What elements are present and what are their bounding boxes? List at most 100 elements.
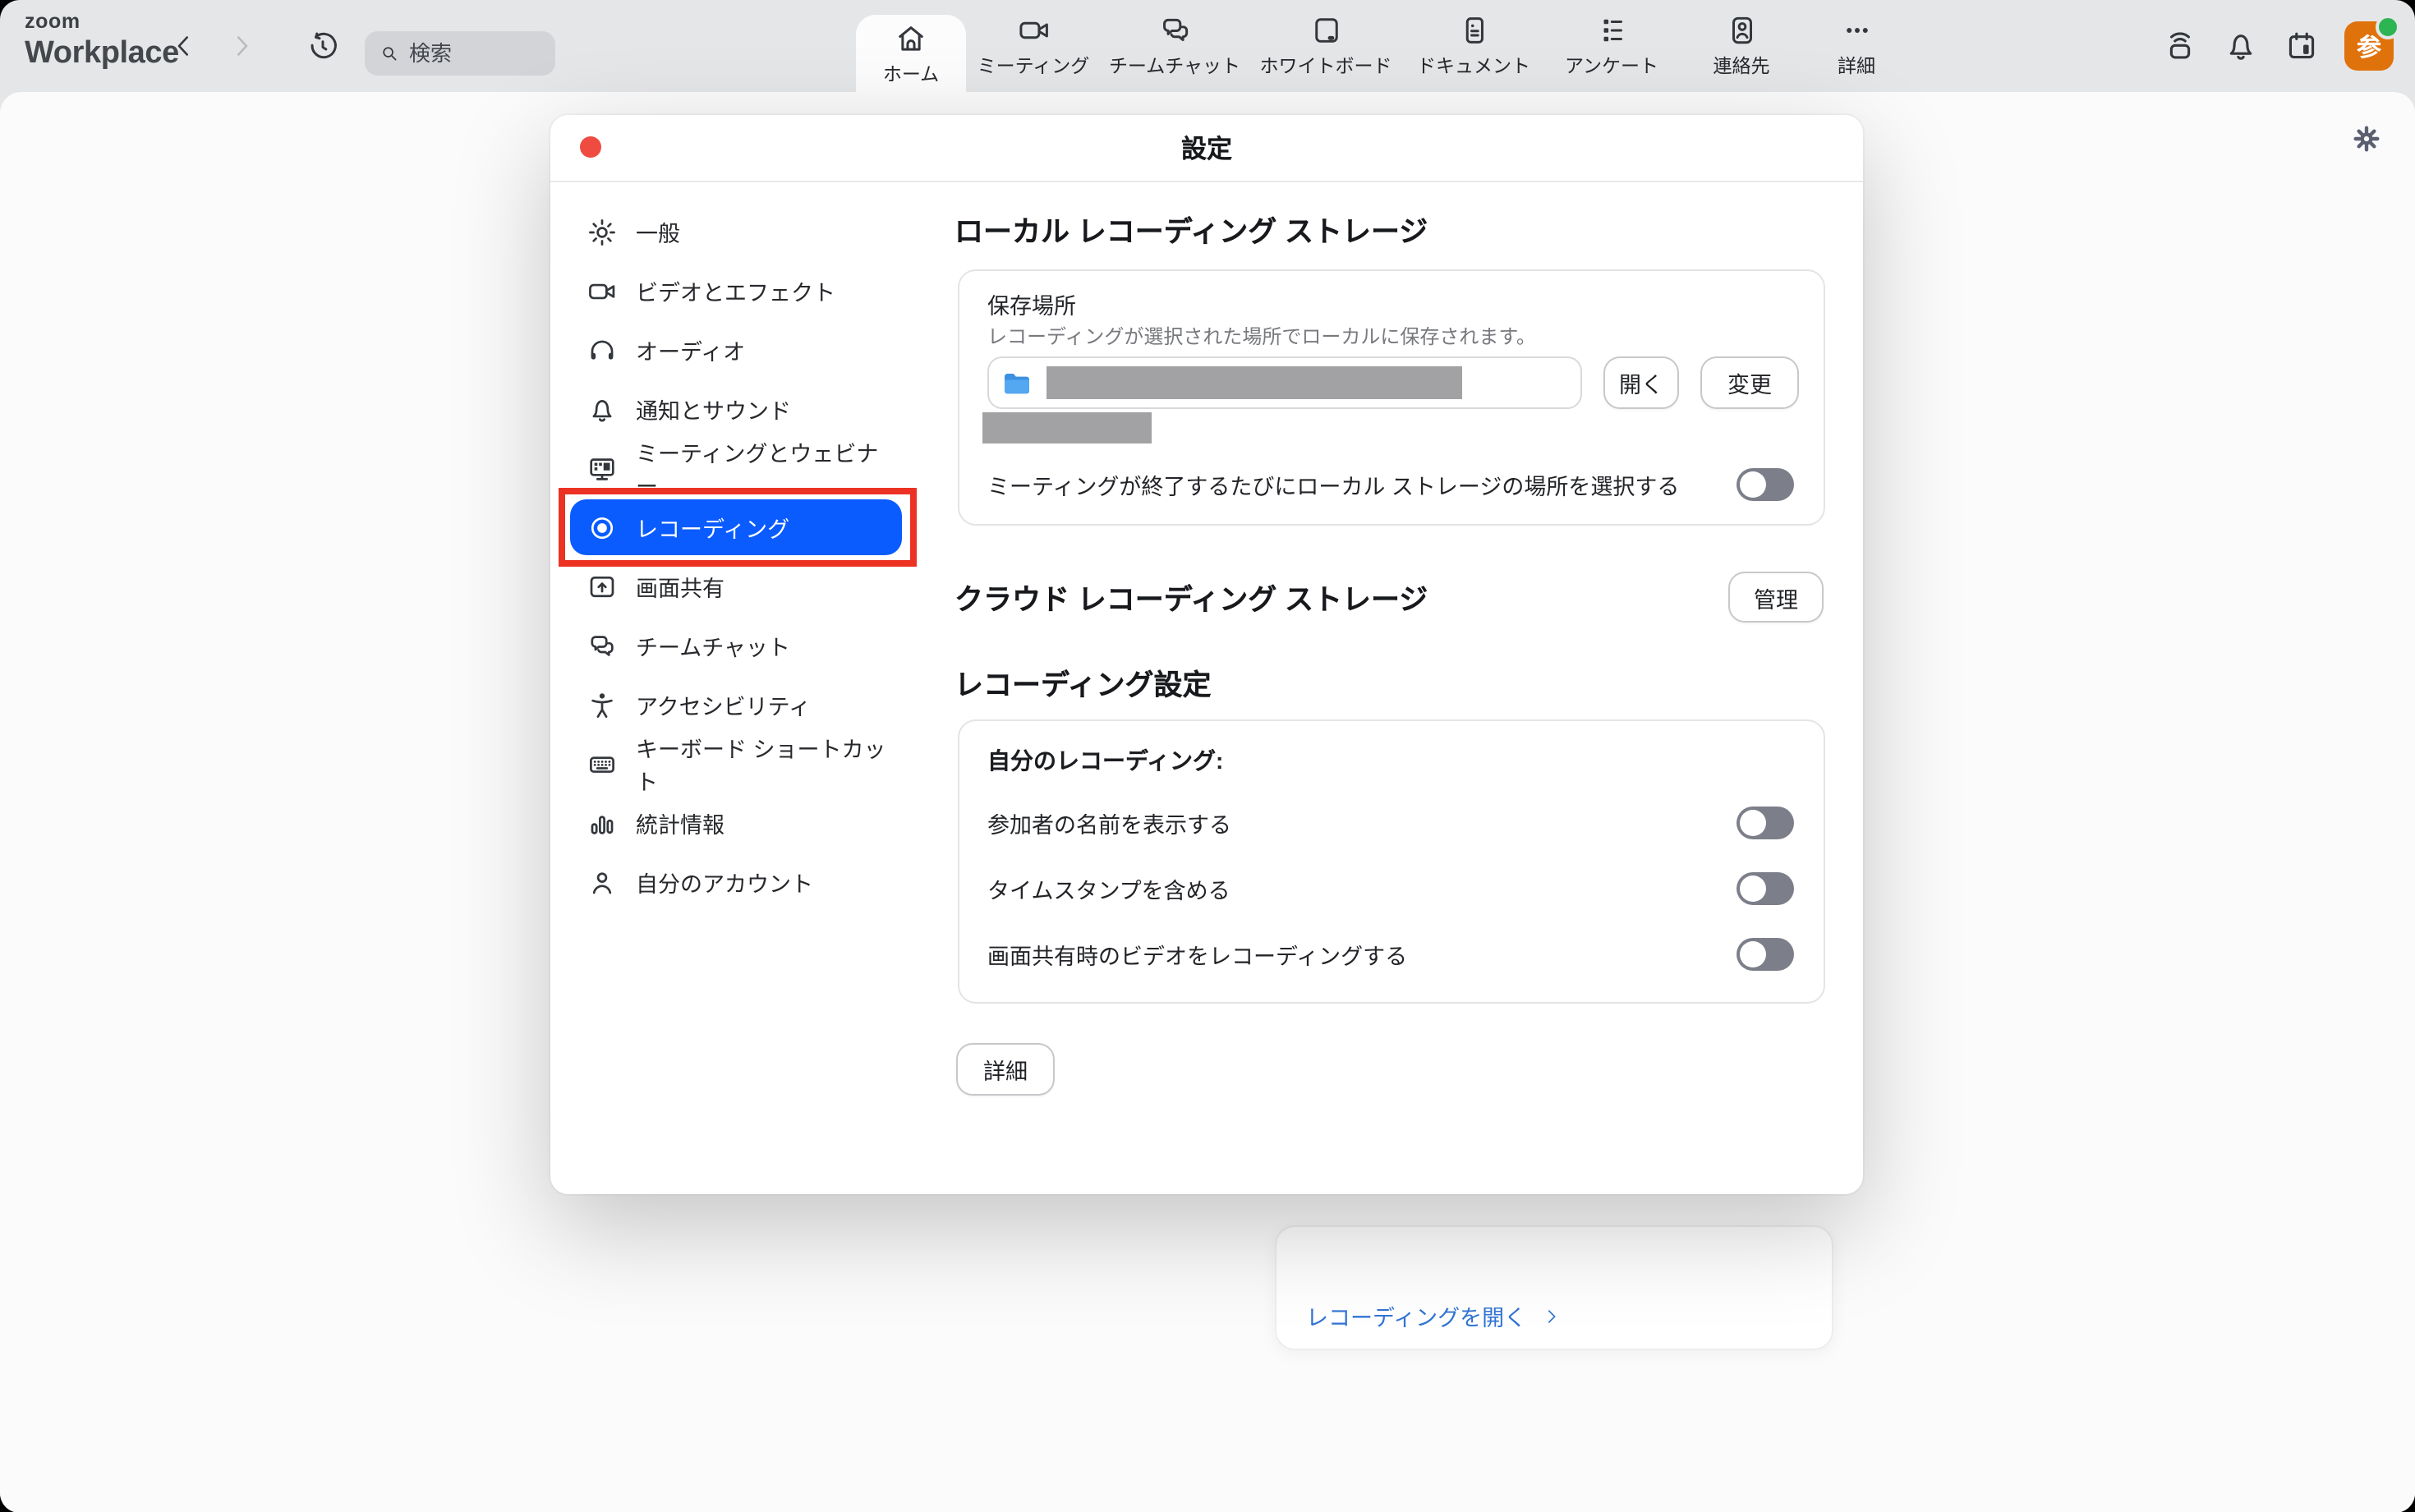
folder-icon	[1002, 370, 1032, 395]
video-camera-icon	[586, 275, 618, 306]
tab-surveys[interactable]: アンケート	[1544, 0, 1679, 92]
main-nav-tabs: ホーム ミーティング チームチャット ホワイトボー	[856, 0, 1909, 92]
my-recordings-label: 自分のレコーディング:	[987, 744, 1223, 777]
redacted-storage-info	[982, 412, 1152, 443]
include-timestamp-toggle[interactable]	[1736, 872, 1794, 905]
recording-path-field[interactable]	[987, 356, 1582, 409]
sidebar-item-recording[interactable]: レコーディング	[570, 499, 902, 555]
sidebar-item-label: アクセシビリティ	[636, 688, 811, 721]
sidebar-item-label: 通知とサウンド	[636, 393, 791, 425]
sidebar-item-team-chat[interactable]: チームチャット	[570, 616, 908, 675]
search-field[interactable]	[409, 41, 540, 66]
open-recordings-link[interactable]: レコーディングを開く	[1306, 1299, 1561, 1332]
chat-bubbles-icon	[1157, 13, 1192, 48]
recording-settings-card: 自分のレコーディング: 参加者の名前を表示する タイムスタンプを含める 画面共有…	[958, 719, 1825, 1004]
recordings-card: レコーディングを開く	[1275, 1225, 1833, 1350]
sidebar-item-statistics[interactable]: 統計情報	[570, 793, 908, 853]
sidebar-item-audio[interactable]: オーディオ	[570, 320, 908, 379]
tab-contacts[interactable]: 連絡先	[1679, 0, 1804, 92]
history-button[interactable]	[306, 29, 340, 63]
tab-whiteboard[interactable]: ホワイトボード	[1249, 0, 1403, 92]
sidebar-item-label: ビデオとエフェクト	[636, 274, 835, 307]
dialog-title: 設定	[550, 115, 1863, 181]
headphones-icon	[586, 334, 618, 365]
user-avatar[interactable]: 参	[2344, 21, 2394, 71]
include-timestamp-row: タイムスタンプを含める	[987, 872, 1794, 905]
top-bar: zoom Workplace	[0, 0, 2415, 92]
sidebar-item-my-account[interactable]: 自分のアカウント	[570, 853, 908, 912]
recording-settings-heading: レコーディング設定	[954, 664, 1212, 705]
sidebar-item-label: チームチャット	[636, 629, 790, 662]
tab-docs-label: ドキュメント	[1417, 53, 1530, 79]
sidebar-item-label: 自分のアカウント	[636, 866, 813, 898]
connect-device-button[interactable]	[2162, 28, 2198, 64]
sidebar-item-keyboard-shortcuts[interactable]: キーボード ショートカット	[570, 734, 908, 793]
notifications-button[interactable]	[2223, 28, 2259, 64]
tab-home-label: ホーム	[883, 60, 939, 86]
include-timestamp-label: タイムスタンプを含める	[987, 872, 1230, 905]
tab-meetings[interactable]: ミーティング	[966, 0, 1101, 92]
dialog-header: 設定	[550, 115, 1863, 182]
sidebar-item-screen-share[interactable]: 画面共有	[570, 557, 908, 616]
back-button[interactable]	[169, 31, 199, 61]
zoom-workplace-logo: zoom Workplace	[25, 11, 179, 68]
tab-team-chat[interactable]: チームチャット	[1101, 0, 1249, 92]
search-input[interactable]	[365, 31, 555, 76]
tab-contacts-label: 連絡先	[1714, 53, 1770, 79]
show-participant-names-label: 参加者の名前を表示する	[987, 807, 1231, 839]
show-participant-names-toggle[interactable]	[1736, 807, 1794, 839]
forward-button[interactable]	[227, 31, 256, 61]
sidebar-item-accessibility[interactable]: アクセシビリティ	[570, 675, 908, 734]
record-video-during-share-toggle[interactable]	[1736, 938, 1794, 971]
redacted-path-text	[1046, 366, 1462, 399]
gear-icon	[2353, 125, 2380, 153]
bell-icon	[586, 393, 618, 425]
ellipsis-icon	[1839, 13, 1874, 48]
advanced-button[interactable]: 詳細	[956, 1043, 1055, 1096]
cloud-recording-storage-heading: クラウド レコーディング ストレージ	[954, 578, 1428, 619]
tab-home[interactable]: ホーム	[856, 15, 966, 92]
monitor-grid-icon	[586, 453, 618, 484]
sidebar-item-video-effects[interactable]: ビデオとエフェクト	[570, 261, 908, 320]
sidebar-item-meetings-webinars[interactable]: ミーティングとウェビナー	[570, 439, 908, 498]
tab-docs[interactable]: ドキュメント	[1403, 0, 1544, 92]
tab-surveys-label: アンケート	[1565, 53, 1658, 79]
document-icon	[1456, 13, 1491, 48]
choose-location-toggle[interactable]	[1736, 468, 1794, 501]
gear-icon	[586, 216, 618, 247]
change-button[interactable]: 変更	[1700, 356, 1799, 409]
record-video-during-share-label: 画面共有時のビデオをレコーディングする	[987, 938, 1407, 971]
tab-whiteboard-label: ホワイトボード	[1260, 53, 1392, 79]
chevron-right-icon	[1543, 1307, 1561, 1325]
open-button[interactable]: 開く	[1603, 356, 1679, 409]
share-screen-icon	[586, 571, 618, 602]
page-settings-button[interactable]	[2353, 125, 2380, 153]
tab-more[interactable]: 詳細	[1804, 0, 1909, 92]
save-location-description: レコーディングが選択された場所でローカルに保存されます。	[987, 322, 1536, 350]
contact-card-icon	[1724, 13, 1759, 48]
logo-zoom-text: zoom	[25, 11, 179, 32]
sidebar-item-label: 画面共有	[636, 570, 724, 603]
record-video-during-share-row: 画面共有時のビデオをレコーディングする	[987, 938, 1794, 971]
sidebar-item-notifications[interactable]: 通知とサウンド	[570, 379, 908, 439]
tab-meetings-label: ミーティング	[978, 53, 1090, 79]
survey-list-icon	[1594, 13, 1629, 48]
sidebar-item-label: 統計情報	[636, 807, 724, 839]
search-icon	[380, 43, 399, 64]
sidebar-item-label: ミーティングとウェビナー	[636, 435, 892, 501]
chat-bubbles-icon	[586, 630, 618, 661]
calendar-icon	[2284, 28, 2320, 64]
manage-button[interactable]: 管理	[1728, 572, 1824, 623]
calendar-button[interactable]	[2284, 28, 2320, 64]
tab-more-label: 詳細	[1838, 53, 1875, 79]
bell-icon	[2223, 28, 2259, 64]
person-icon	[586, 866, 618, 898]
choose-location-label: ミーティングが終了するたびにローカル ストレージの場所を選択する	[987, 468, 1679, 501]
zoom-workplace-window: zoom Workplace	[0, 0, 2415, 1512]
sidebar-item-general[interactable]: 一般	[570, 202, 908, 261]
presence-dot	[2376, 15, 2400, 39]
settings-sidebar: 一般 ビデオとエフェクト オーディオ	[570, 202, 908, 912]
sidebar-item-label: 一般	[636, 215, 680, 248]
video-camera-icon	[1016, 13, 1051, 48]
device-broadcast-icon	[2162, 28, 2198, 64]
